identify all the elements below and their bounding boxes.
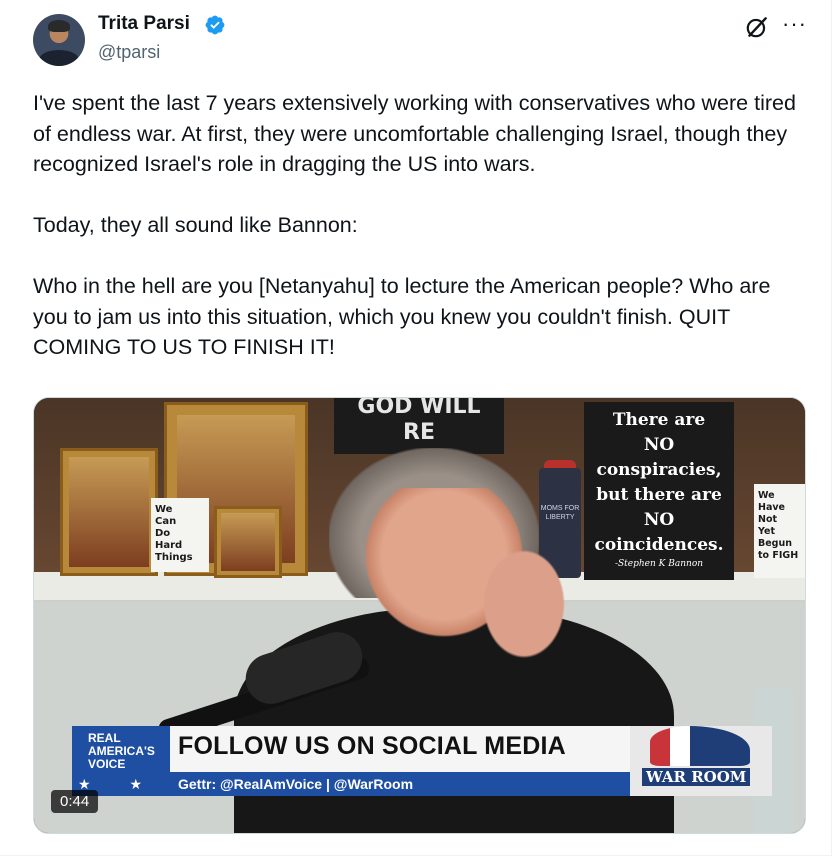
tweet-card: Trita Parsi @tparsi ··· I've spent the l… <box>0 0 832 856</box>
card-left-line: Hard <box>155 540 183 551</box>
more-options-icon[interactable]: ··· <box>782 13 806 40</box>
sign-line: but there are <box>596 485 722 505</box>
author-handle[interactable]: @tparsi <box>98 42 160 63</box>
sign-line: conspiracies, <box>596 460 722 480</box>
card-left-line: Can <box>155 516 177 527</box>
sign-line: NO <box>643 435 675 455</box>
card-right-line: Yet <box>758 526 775 537</box>
top-sign-line: RE <box>403 420 435 445</box>
card-right-line: Begun <box>758 538 793 549</box>
sign-line: There are <box>612 410 706 430</box>
avatar[interactable] <box>33 14 85 66</box>
avatar-suit <box>39 50 79 66</box>
show-logo: WAR ROOM <box>642 768 751 786</box>
card-right: We Have Not Yet Begun to FIGH <box>754 484 805 578</box>
card-right-line: We <box>758 490 775 501</box>
network-name: REAL AMERICA'S VOICE <box>88 731 155 771</box>
sign-signature: -Stephen K Bannon <box>614 559 704 569</box>
card-left-line: Things <box>155 552 193 563</box>
lower-third-banner: REAL AMERICA'S VOICE ★ ★ FOLLOW US ON SO… <box>72 726 772 796</box>
icon-image-small <box>221 513 275 571</box>
card-left: We Can Do Hard Things <box>151 498 209 572</box>
person-hand <box>474 538 574 658</box>
card-left-line: We <box>155 504 173 515</box>
card-right-line: to FIGH <box>758 550 799 561</box>
card-right-line: Not <box>758 514 778 525</box>
verified-badge-icon <box>205 15 225 35</box>
tweet-text: I've spent the last 7 years extensively … <box>33 91 796 359</box>
sign-line: NO <box>643 510 675 530</box>
top-sign: GOD WILL RE <box>334 397 504 454</box>
author-display-name[interactable]: Trita Parsi <box>98 13 190 35</box>
grok-icon[interactable] <box>744 14 770 40</box>
card-left-line: Do <box>155 528 171 539</box>
icon-frame-left <box>60 448 158 576</box>
top-sign-line: GOD WILL <box>357 397 481 419</box>
quote-sign: There are NO conspiracies, but there are… <box>584 402 734 580</box>
video-duration: 0:44 <box>51 790 99 813</box>
sign-line: coincidences. <box>594 535 724 555</box>
video-player[interactable]: We Can Do Hard Things GOD WILL RE MOMS F… <box>33 397 806 834</box>
icon-image-left <box>69 457 149 567</box>
card-right-line: Have <box>758 502 785 513</box>
banner-headline: FOLLOW US ON SOCIAL MEDIA <box>178 732 566 760</box>
mug-text: MOMS FOR LIBERTY <box>540 505 580 521</box>
icon-frame-small <box>214 506 282 578</box>
avatar-hair <box>48 20 70 32</box>
banner-subline: Gettr: @RealAmVoice | @WarRoom <box>178 776 414 792</box>
